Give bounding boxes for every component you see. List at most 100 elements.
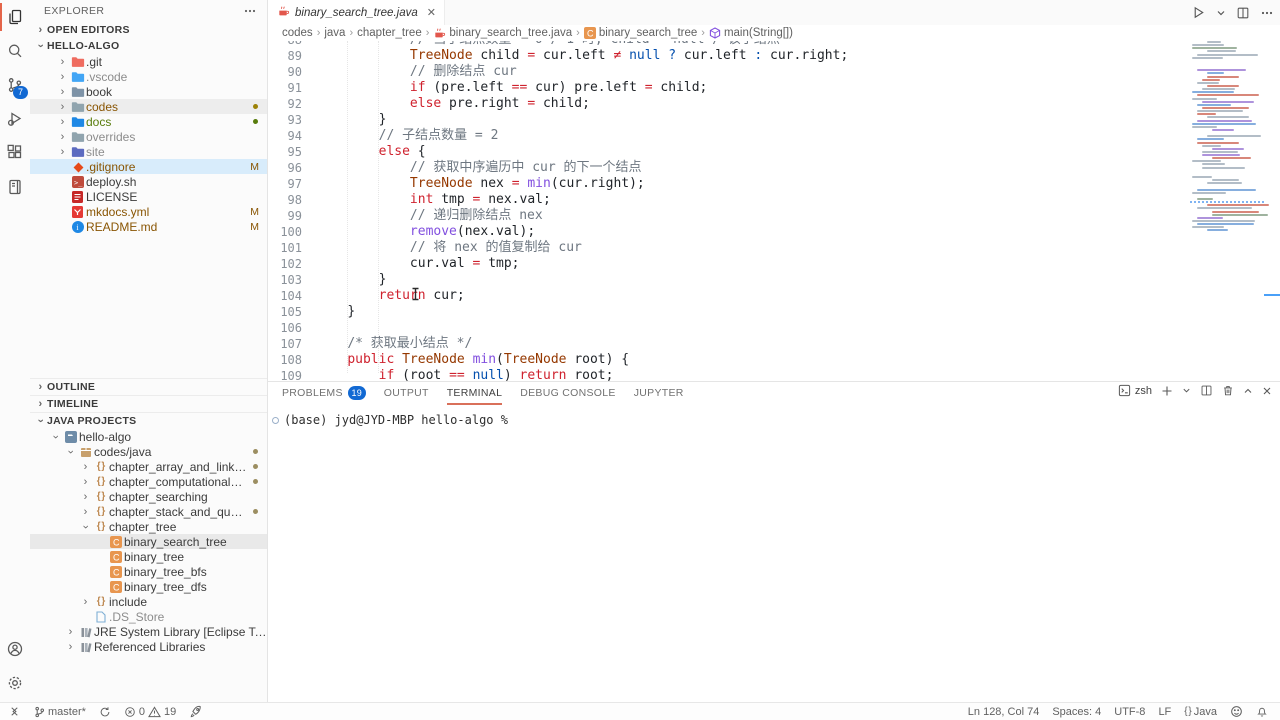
explorer-item--gitignore[interactable]: .gitignoreM: [30, 159, 267, 174]
indentation[interactable]: Spaces: 4: [1052, 706, 1101, 718]
code-line[interactable]: 101 // 将 nex 的值复制给 cur: [268, 240, 1280, 256]
code-line[interactable]: 97 TreeNode nex = min(cur.right);: [268, 176, 1280, 192]
encoding[interactable]: UTF-8: [1114, 706, 1145, 718]
explorer-item-overrides[interactable]: ›overrides: [30, 129, 267, 144]
java-tree-item-chapter-array-and-linkedlist[interactable]: ›{ }chapter_array_and_linkedlist: [30, 459, 267, 474]
explorer-item--git[interactable]: ›.git: [30, 54, 267, 69]
maximize-panel-icon[interactable]: [1243, 386, 1253, 396]
code-line[interactable]: 99 // 递归删除结点 nex: [268, 208, 1280, 224]
line-number[interactable]: 90: [268, 64, 316, 80]
explorer-item-deploy-sh[interactable]: >_deploy.sh: [30, 174, 267, 189]
line-number[interactable]: 96: [268, 160, 316, 176]
activity-search[interactable]: [0, 34, 30, 68]
java-server-mode[interactable]: [189, 705, 202, 718]
tab-binary-search-tree-java[interactable]: binary_search_tree.java ✕: [268, 0, 445, 25]
line-number[interactable]: 93: [268, 112, 316, 128]
java-tree-item-codes-java[interactable]: ›codes/java: [30, 444, 267, 459]
split-terminal-icon[interactable]: [1200, 384, 1213, 397]
java-tree-item-chapter-computational-complexity[interactable]: ›{ }chapter_computational_complexity: [30, 474, 267, 489]
explorer-item-codes[interactable]: ›codes: [30, 99, 267, 114]
terminal-content[interactable]: (base) jyd@JYD-MBP hello-algo %: [272, 413, 1280, 427]
split-editor-icon[interactable]: [1236, 6, 1250, 20]
java-tree-item-include[interactable]: ›{ }include: [30, 594, 267, 609]
code-line[interactable]: 91 if (pre.left == cur) pre.left = child…: [268, 80, 1280, 96]
code-line[interactable]: 102 cur.val = tmp;: [268, 256, 1280, 272]
code-line[interactable]: 108 public TreeNode min(TreeNode root) {: [268, 352, 1280, 368]
java-tree-item-chapter-searching[interactable]: ›{ }chapter_searching: [30, 489, 267, 504]
line-number[interactable]: 95: [268, 144, 316, 160]
sync-changes[interactable]: [99, 706, 111, 718]
language-mode[interactable]: { } Java: [1184, 706, 1217, 718]
line-number[interactable]: 102: [268, 256, 316, 272]
section-timeline[interactable]: › TIMELINE: [30, 395, 267, 412]
activity-explorer[interactable]: [0, 0, 30, 34]
activity-source-control[interactable]: 7: [0, 68, 30, 102]
code-line[interactable]: 95 else {: [268, 144, 1280, 160]
java-tree-item-binary-tree[interactable]: Cbinary_tree: [30, 549, 267, 564]
line-number[interactable]: 89: [268, 48, 316, 64]
code-line[interactable]: 93 }: [268, 112, 1280, 128]
code-line[interactable]: 89 TreeNode child = cur.left ≠ null ? cu…: [268, 48, 1280, 64]
code-line[interactable]: 100 remove(nex.val);: [268, 224, 1280, 240]
line-number[interactable]: 107: [268, 336, 316, 352]
line-number[interactable]: 108: [268, 352, 316, 368]
java-tree-item-referenced-libraries[interactable]: ›Referenced Libraries: [30, 639, 267, 654]
section-outline[interactable]: › OUTLINE: [30, 378, 267, 395]
breadcrumb-item-chapter-tree[interactable]: chapter_tree: [357, 27, 422, 39]
explorer-item-book[interactable]: ›book: [30, 84, 267, 99]
explorer-item-readme-md[interactable]: iREADME.mdM: [30, 219, 267, 234]
more-actions-icon[interactable]: [1260, 6, 1274, 20]
java-tree-item-binary-tree-dfs[interactable]: Cbinary_tree_dfs: [30, 579, 267, 594]
line-number[interactable]: 94: [268, 128, 316, 144]
breadcrumb-item-java[interactable]: java: [324, 27, 345, 39]
panel-tab-jupyter[interactable]: JUPYTER: [634, 382, 684, 406]
kill-terminal-trash-icon[interactable]: [1222, 384, 1234, 397]
cursor-position[interactable]: Ln 128, Col 74: [968, 706, 1040, 718]
close-panel-icon[interactable]: [1262, 386, 1272, 396]
code-line[interactable]: 106: [268, 320, 1280, 336]
code-editor[interactable]: 88 // 当子结点数量 = 0 / 1 时, child = null / 该…: [268, 41, 1280, 381]
line-number[interactable]: 92: [268, 96, 316, 112]
panel-tab-debug-console[interactable]: DEBUG CONSOLE: [520, 382, 616, 406]
code-line[interactable]: 105 }: [268, 304, 1280, 320]
java-tree-item--ds-store[interactable]: .DS_Store: [30, 609, 267, 624]
line-number[interactable]: 88: [268, 41, 316, 48]
line-number[interactable]: 101: [268, 240, 316, 256]
panel-tab-output[interactable]: OUTPUT: [384, 382, 429, 406]
breadcrumb-item-codes[interactable]: codes: [282, 27, 313, 39]
feedback[interactable]: [1230, 705, 1243, 718]
line-number[interactable]: 105: [268, 304, 316, 320]
code-line[interactable]: 96 // 获取中序遍历中 cur 的下一个结点: [268, 160, 1280, 176]
code-line[interactable]: 107 /* 获取最小结点 */: [268, 336, 1280, 352]
explorer-item-docs[interactable]: ›docs: [30, 114, 267, 129]
notifications[interactable]: [1256, 705, 1268, 718]
code-line[interactable]: 88 // 当子结点数量 = 0 / 1 时, child = null / 该…: [268, 41, 1280, 48]
code-line[interactable]: 90 // 删除结点 cur: [268, 64, 1280, 80]
section-java-projects[interactable]: › JAVA PROJECTS: [30, 412, 267, 429]
activity-run-debug[interactable]: [0, 102, 30, 136]
run-icon[interactable]: [1191, 5, 1206, 20]
tab-close-icon[interactable]: ✕: [427, 6, 436, 19]
explorer-item-license[interactable]: LICENSE: [30, 189, 267, 204]
line-number[interactable]: 99: [268, 208, 316, 224]
code-line[interactable]: 109 if (root == null) return root;: [268, 368, 1280, 381]
section-root-folder[interactable]: › HELLO-ALGO: [30, 38, 267, 54]
line-number[interactable]: 91: [268, 80, 316, 96]
activity-notebook[interactable]: [0, 170, 30, 204]
breadcrumb-item-main-string-[interactable]: main(String[]): [709, 27, 793, 39]
code-line[interactable]: 98 int tmp = nex.val;: [268, 192, 1280, 208]
java-tree-item-jre-system-library-eclipse-temurin-17-17-[interactable]: ›JRE System Library [Eclipse Temurin 17 …: [30, 624, 267, 639]
line-number[interactable]: 103: [268, 272, 316, 288]
section-open-editors[interactable]: › OPEN EDITORS: [30, 22, 267, 38]
code-line[interactable]: 103 }: [268, 272, 1280, 288]
code-line[interactable]: 92 else pre.right = child;: [268, 96, 1280, 112]
breadcrumb-item-binary-search-tree-java[interactable]: binary_search_tree.java: [433, 27, 572, 40]
java-tree-item-chapter-stack-and-queue[interactable]: ›{ }chapter_stack_and_queue: [30, 504, 267, 519]
java-tree-item-chapter-tree[interactable]: ›{ }chapter_tree: [30, 519, 267, 534]
shell-picker[interactable]: zsh: [1118, 384, 1152, 397]
minimap[interactable]: [1190, 41, 1268, 241]
eol-sequence[interactable]: LF: [1158, 706, 1171, 718]
explorer-item-site[interactable]: ›site: [30, 144, 267, 159]
panel-tab-problems[interactable]: PROBLEMS19: [282, 382, 366, 406]
problems-status[interactable]: 0 19: [124, 706, 176, 718]
